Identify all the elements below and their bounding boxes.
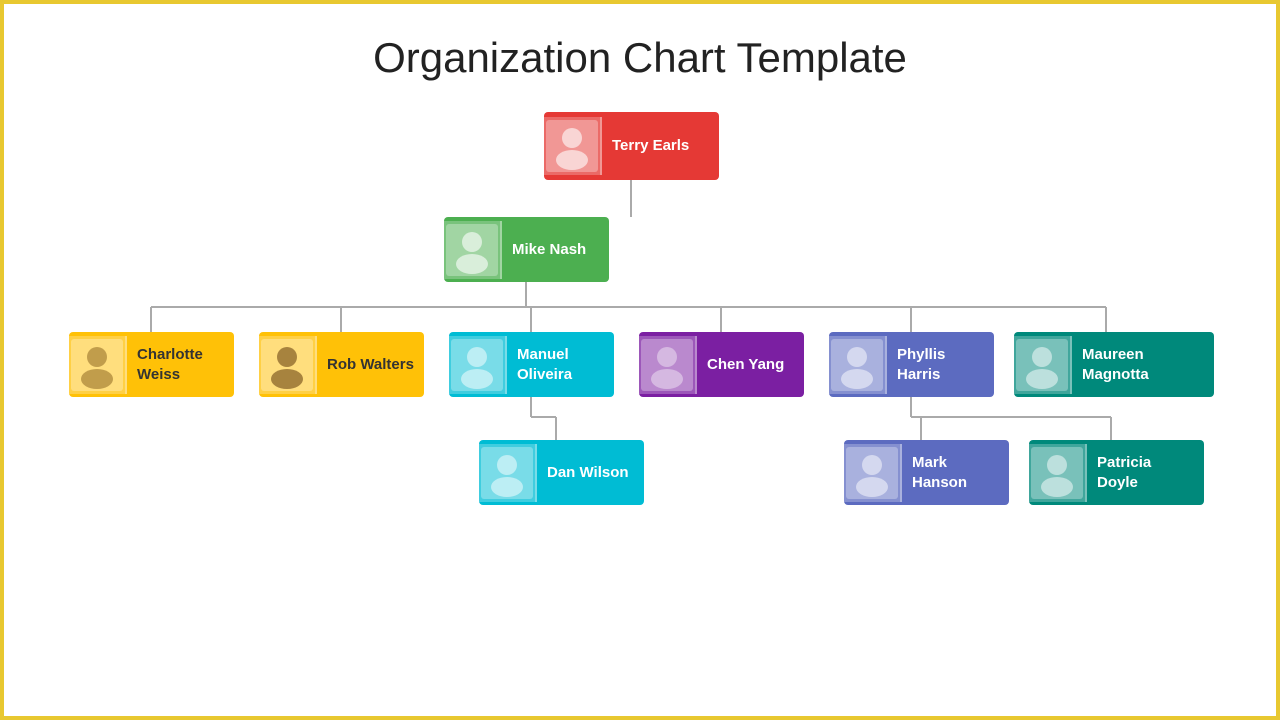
photo-patricia [1029, 444, 1087, 502]
connectors [4, 92, 1276, 704]
chart-area: Terry Earls Mike Nash Charlotte Weiss Ro… [4, 92, 1276, 704]
label-terry: Terry Earls [602, 136, 699, 156]
page-title: Organization Chart Template [4, 4, 1276, 92]
node-patricia: Patricia Doyle [1029, 440, 1204, 505]
photo-mike [444, 221, 502, 279]
label-rob: Rob Walters [317, 355, 424, 375]
node-charlotte: Charlotte Weiss [69, 332, 234, 397]
label-patricia: Patricia Doyle [1087, 453, 1204, 492]
node-manuel: Manuel Oliveira [449, 332, 614, 397]
node-dan: Dan Wilson [479, 440, 644, 505]
node-maureen: Maureen Magnotta [1014, 332, 1214, 397]
photo-rob [259, 336, 317, 394]
label-manuel: Manuel Oliveira [507, 345, 614, 384]
photo-manuel [449, 336, 507, 394]
node-mark: Mark Hanson [844, 440, 1009, 505]
photo-maureen [1014, 336, 1072, 394]
label-charlotte: Charlotte Weiss [127, 345, 234, 384]
photo-chen [639, 336, 697, 394]
node-terry: Terry Earls [544, 112, 719, 180]
label-dan: Dan Wilson [537, 463, 639, 483]
node-mike: Mike Nash [444, 217, 609, 282]
photo-charlotte [69, 336, 127, 394]
photo-terry [544, 117, 602, 175]
node-rob: Rob Walters [259, 332, 424, 397]
photo-dan [479, 444, 537, 502]
label-chen: Chen Yang [697, 355, 794, 375]
photo-mark [844, 444, 902, 502]
label-mark: Mark Hanson [902, 453, 1009, 492]
photo-phyllis [829, 336, 887, 394]
label-phyllis: Phyllis Harris [887, 345, 994, 384]
node-phyllis: Phyllis Harris [829, 332, 994, 397]
node-chen: Chen Yang [639, 332, 804, 397]
label-mike: Mike Nash [502, 240, 596, 260]
label-maureen: Maureen Magnotta [1072, 345, 1214, 384]
